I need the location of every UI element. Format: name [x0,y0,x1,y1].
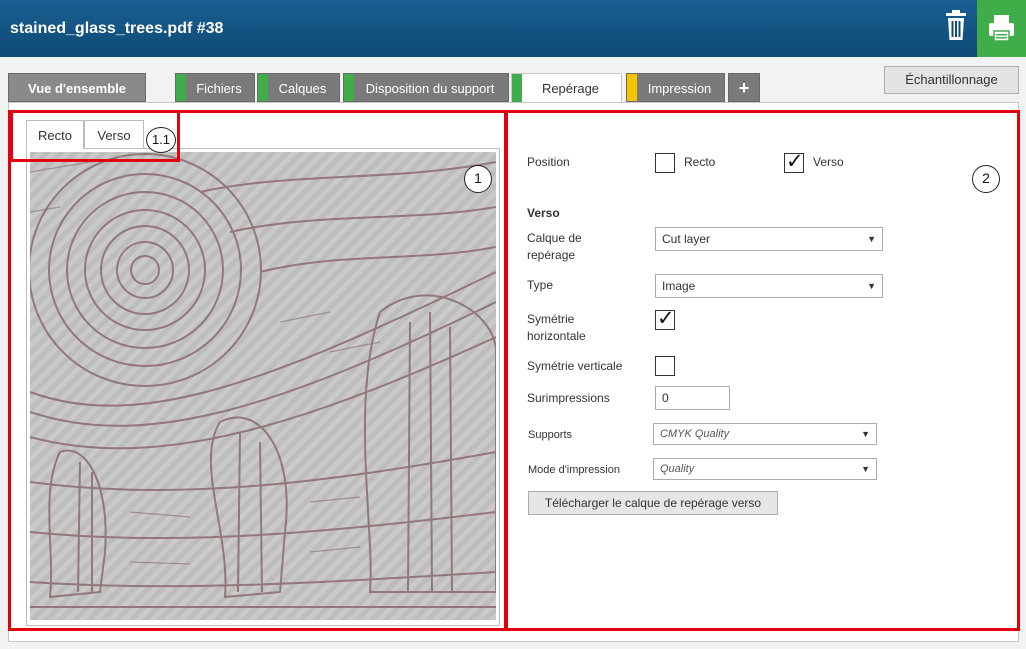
calque-label: Calque de repérage [527,231,582,262]
add-tab-button[interactable]: + [728,73,760,102]
stained-glass-preview-image [30,152,496,620]
tab-print[interactable]: Impression [626,73,725,102]
download-verso-layer-button[interactable]: Télécharger le calque de repérage verso [528,491,778,515]
callout-1: 1 [464,165,492,193]
checkmark-icon: ✓ [657,307,675,330]
tab-files[interactable]: Fichiers [175,73,255,102]
mode-label: Mode d'impression [528,464,620,476]
title-bar: stained_glass_trees.pdf #38 [0,0,1026,57]
preview-tab-recto[interactable]: Recto [26,120,84,149]
dropdown-arrow-icon: ▼ [861,464,870,474]
sym-h-checkbox[interactable]: ✓ [655,307,675,330]
preview-image-frame [26,148,500,626]
sampling-button[interactable]: Échantillonnage [884,66,1019,94]
recto-checkbox[interactable] [655,153,675,173]
dropdown-arrow-icon: ▼ [861,429,870,439]
status-bar-media-layout [344,74,354,101]
type-label: Type [527,278,554,292]
status-bar-print [627,74,637,101]
supports-label: Supports [528,429,573,441]
surimp-input[interactable]: 0 [655,386,730,410]
sym-v-label: Symétrie verticale [527,359,623,373]
print-button[interactable] [977,0,1026,57]
verso-checkbox[interactable]: ✓ [784,150,804,173]
mode-select[interactable]: Quality ▼ [653,458,877,480]
type-select[interactable]: Image ▼ [655,274,883,298]
tab-registration[interactable]: Repérage [511,73,622,103]
status-bar-files [176,74,186,101]
status-bar-registration [512,74,522,102]
dropdown-arrow-icon: ▼ [867,234,876,244]
printer-icon [989,15,1014,42]
document-title: stained_glass_trees.pdf #38 [10,20,224,37]
callout-2: 2 [972,165,1000,193]
trash-icon[interactable] [940,10,972,44]
sym-h-label: Symétrie horizontale [527,312,586,343]
supports-select[interactable]: CMYK Quality ▼ [653,423,877,445]
status-bar-layers [258,74,268,101]
preview-tab-verso[interactable]: Verso [84,120,144,149]
plus-icon: + [738,78,750,98]
recto-label: Recto [684,155,716,169]
dropdown-arrow-icon: ▼ [867,281,876,291]
checkmark-icon: ✓ [786,150,804,173]
position-label: Position [527,155,570,169]
surimp-label: Surimpressions [527,391,610,405]
tab-media-layout[interactable]: Disposition du support [343,73,509,102]
tab-overview[interactable]: Vue d'ensemble [8,73,146,102]
tab-layers[interactable]: Calques [257,73,340,102]
calque-select[interactable]: Cut layer ▼ [655,227,883,251]
verso-label: Verso [813,155,844,169]
sym-v-checkbox[interactable] [655,356,675,376]
verso-section-heading: Verso [527,206,560,220]
callout-1-1: 1.1 [146,127,176,153]
